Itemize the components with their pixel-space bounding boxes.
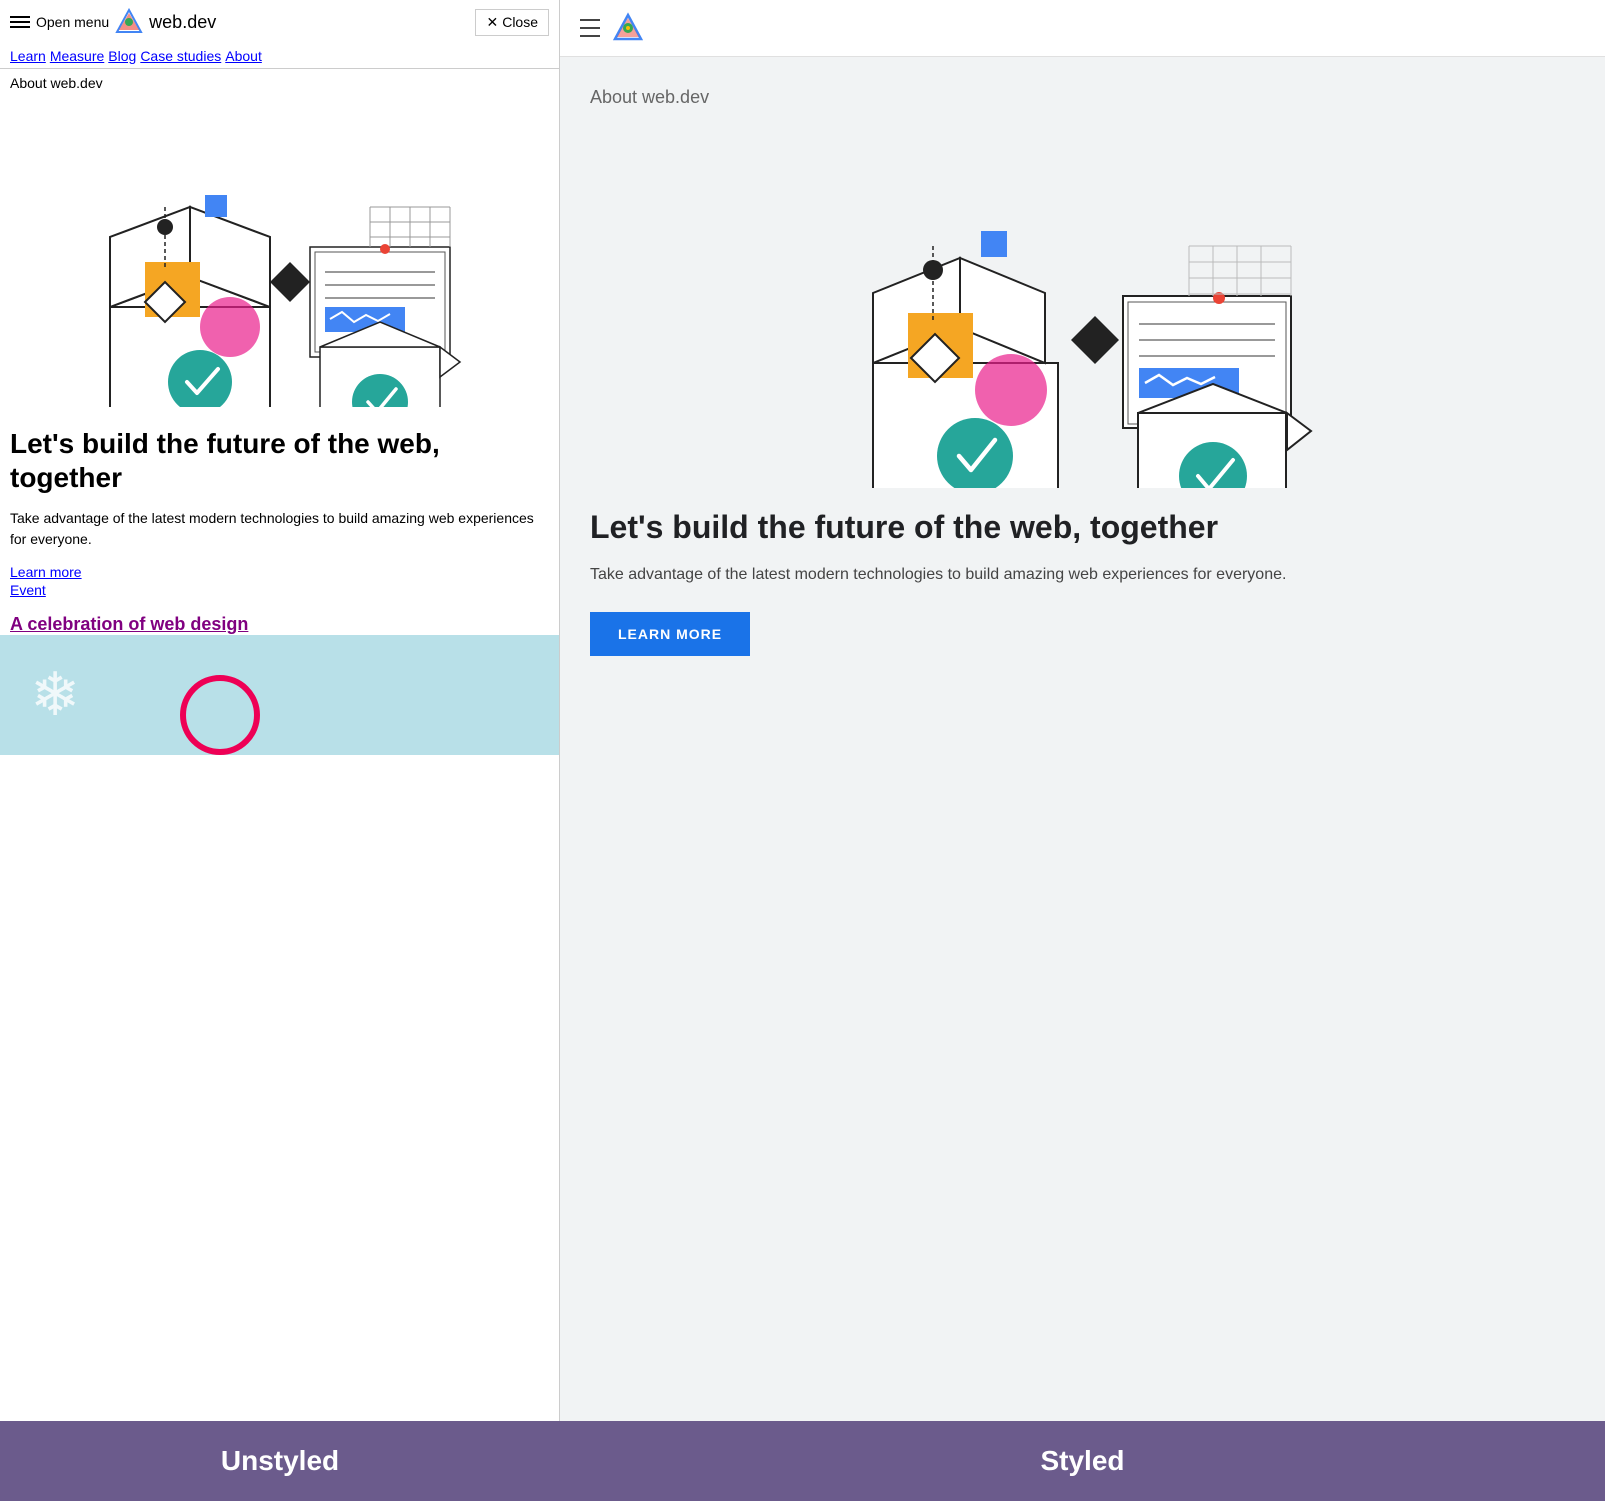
bottom-labels: Unstyled Styled xyxy=(0,1421,1605,1501)
styled-description: Take advantage of the latest modern tech… xyxy=(590,562,1575,588)
styled-heading: Let's build the future of the web, toget… xyxy=(590,508,1575,546)
styled-text-section: Let's build the future of the web, toget… xyxy=(560,498,1605,666)
illustration-unstyled xyxy=(0,97,559,417)
illustration-styled xyxy=(560,128,1605,488)
about-label-unstyled: About web.dev xyxy=(0,69,559,97)
unstyled-links: Learn more Event xyxy=(10,564,549,598)
unstyled-navbar: Open menu web.dev ✕ Close xyxy=(0,0,559,44)
nav-blog[interactable]: Blog xyxy=(108,48,136,64)
site-title-unstyled: web.dev xyxy=(149,12,216,33)
close-label: Close xyxy=(502,14,538,30)
styled-logo-icon xyxy=(612,12,644,44)
nav-links-unstyled: Learn Measure Blog Case studies About xyxy=(0,44,559,69)
styled-heading-section: About web.dev xyxy=(560,57,1605,128)
bottom-preview: ❄ xyxy=(0,635,559,755)
nav-measure[interactable]: Measure xyxy=(50,48,104,64)
snowflake-decoration: ❄ xyxy=(30,660,80,730)
unstyled-panel: Open menu web.dev ✕ Close Learn Measure … xyxy=(0,0,560,1421)
styled-panel: About web.dev xyxy=(560,0,1605,1421)
styled-hamburger-icon[interactable] xyxy=(580,19,600,37)
unstyled-heading: Let's build the future of the web, toget… xyxy=(10,427,549,494)
about-label-styled: About web.dev xyxy=(590,87,1575,108)
styled-navbar xyxy=(560,0,1605,57)
event-link[interactable]: Event xyxy=(10,582,549,598)
learn-more-link[interactable]: Learn more xyxy=(10,564,549,580)
unstyled-label: Unstyled xyxy=(0,1421,560,1501)
unstyled-content: Let's build the future of the web, toget… xyxy=(0,417,559,635)
circle-decoration xyxy=(180,675,260,755)
nav-case-studies[interactable]: Case studies xyxy=(140,48,221,64)
nav-learn[interactable]: Learn xyxy=(10,48,46,64)
nav-about[interactable]: About xyxy=(225,48,262,64)
logo-icon xyxy=(115,8,143,36)
learn-more-button[interactable]: LEARN MORE xyxy=(590,612,750,656)
close-button[interactable]: ✕ Close xyxy=(475,9,549,36)
hamburger-icon[interactable] xyxy=(10,16,30,28)
unstyled-description: Take advantage of the latest modern tech… xyxy=(10,508,549,550)
close-icon: ✕ xyxy=(486,14,498,31)
styled-label: Styled xyxy=(560,1421,1605,1501)
unstyled-nav-left: Open menu web.dev xyxy=(10,8,216,36)
celebration-link[interactable]: A celebration of web design xyxy=(10,614,248,634)
open-menu-label[interactable]: Open menu xyxy=(36,14,109,30)
